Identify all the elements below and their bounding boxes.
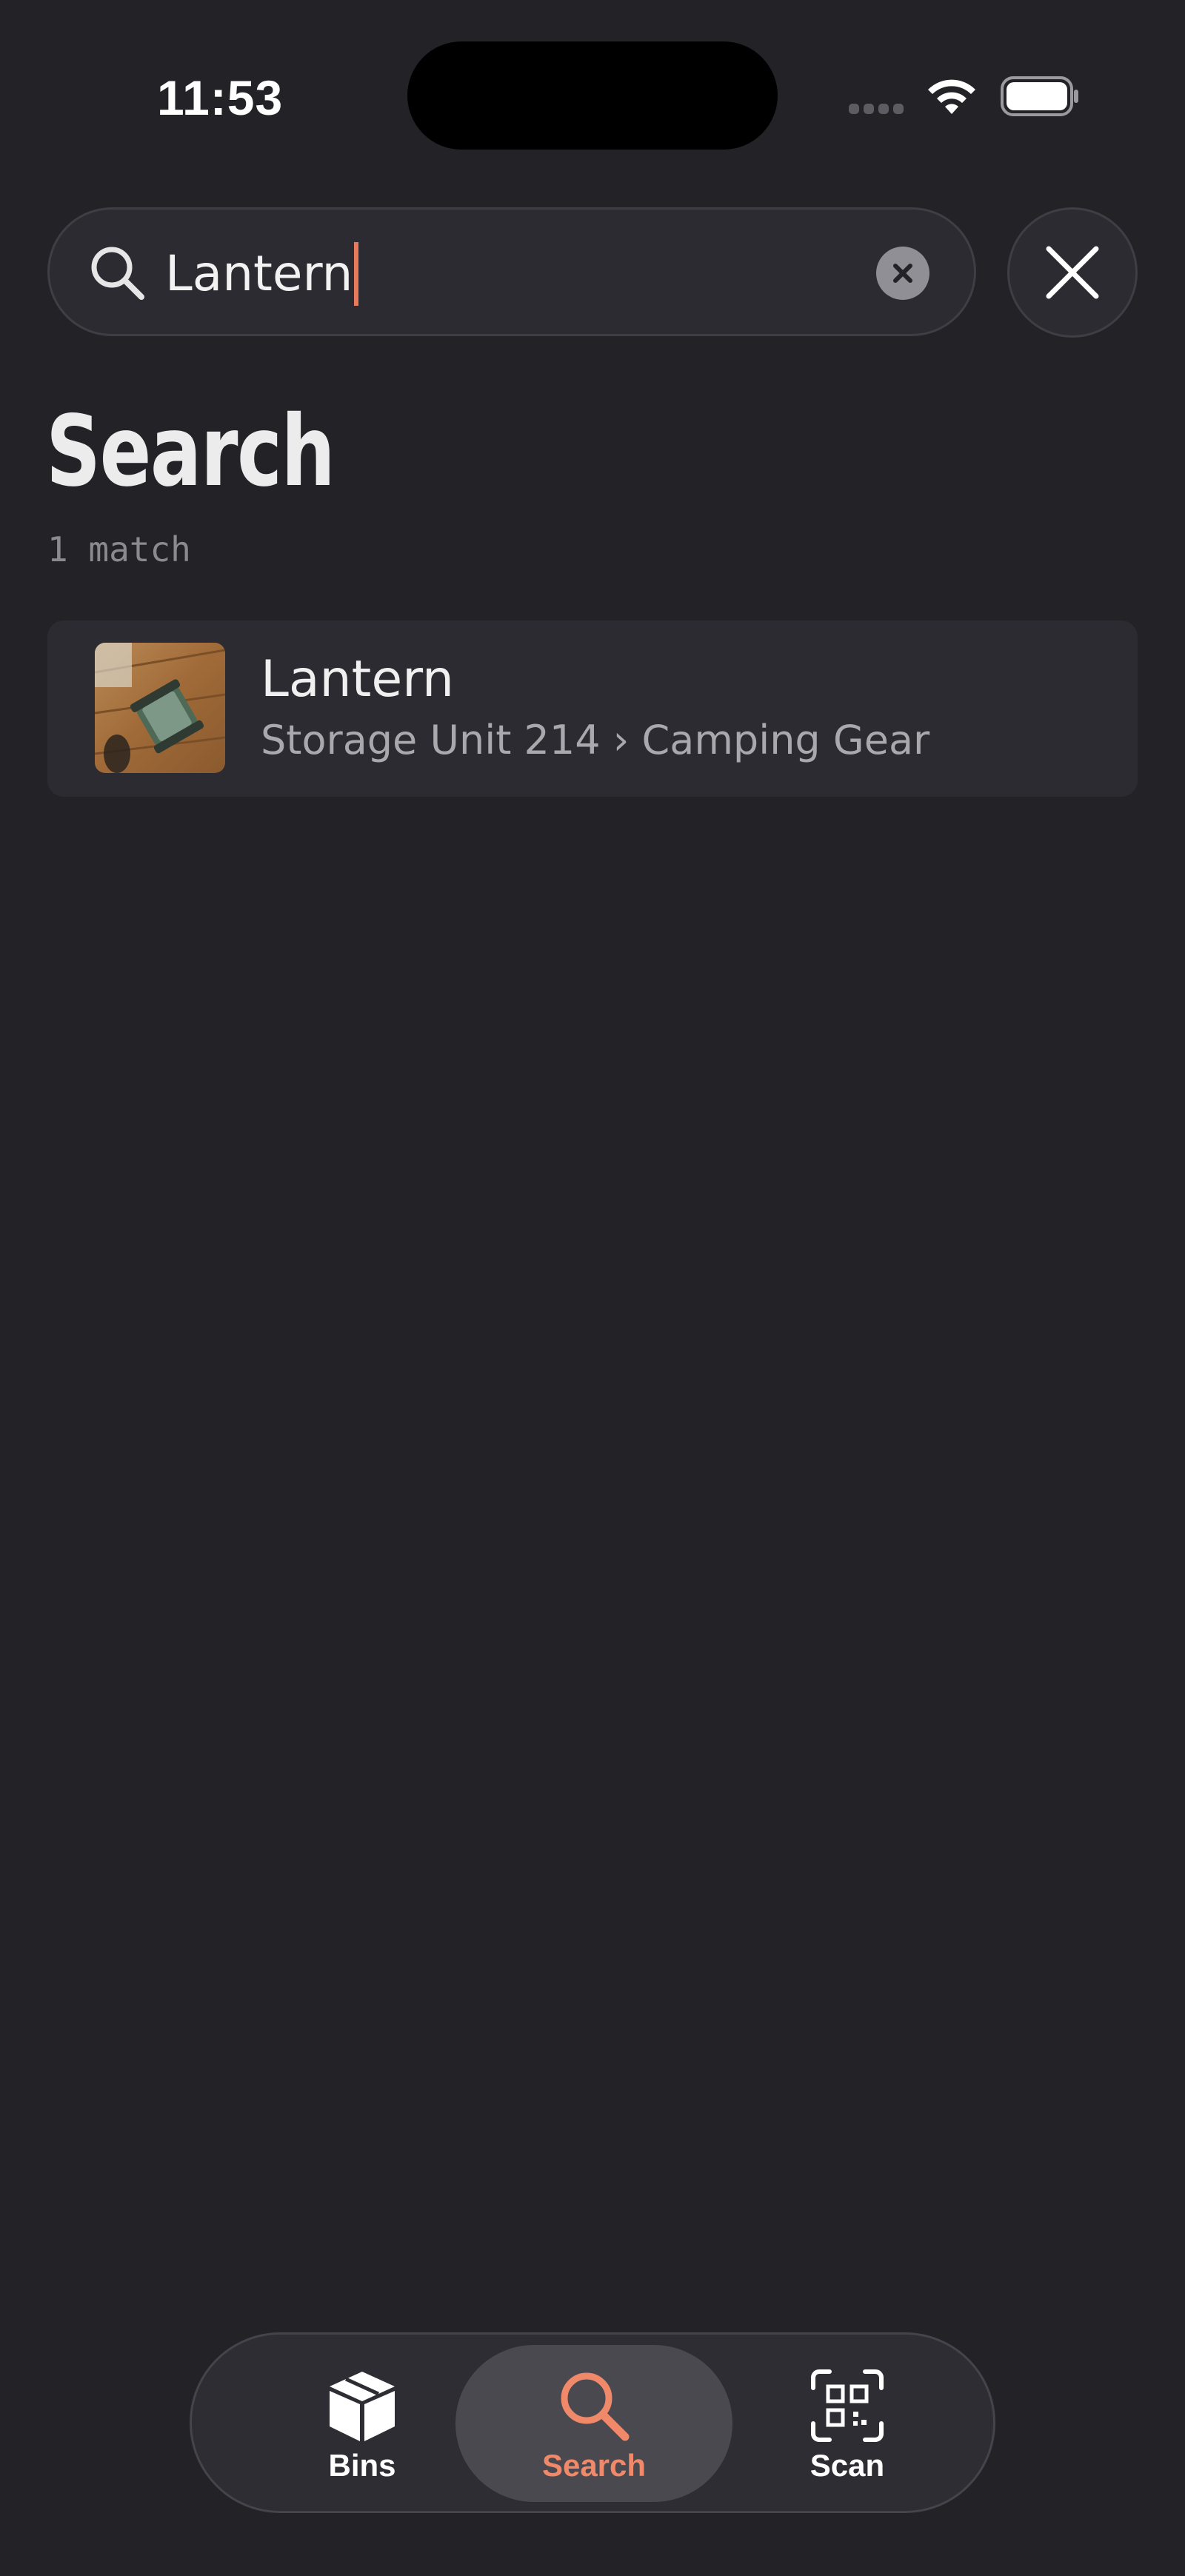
tab-label-scan: Scan	[810, 2448, 885, 2483]
tab-search[interactable]: Search	[455, 2345, 732, 2502]
dynamic-island	[407, 41, 778, 150]
battery-icon	[1001, 76, 1078, 116]
qr-scan-icon	[811, 2369, 884, 2442]
result-title: Lantern	[261, 650, 455, 709]
close-icon	[1046, 246, 1099, 299]
search-input[interactable]: Lantern	[165, 239, 359, 309]
search-field[interactable]: Lantern	[47, 207, 976, 336]
status-time: 11:53	[157, 70, 284, 125]
text-caret	[354, 242, 359, 306]
item-thumbnail	[95, 643, 225, 773]
cellular-signal-icon	[849, 104, 904, 114]
tab-label-bins: Bins	[328, 2448, 396, 2483]
search-screen: 11:53 Lantern Search 1 match Lantern Sto…	[0, 0, 1185, 2576]
tab-scan[interactable]: Scan	[762, 2345, 932, 2502]
search-icon	[91, 247, 144, 300]
clear-search-button[interactable]	[876, 247, 929, 300]
search-result-item[interactable]: Lantern Storage Unit 214 › Camping Gear	[47, 620, 1138, 797]
tab-bins[interactable]: Bins	[258, 2345, 466, 2502]
close-search-button[interactable]	[1007, 207, 1138, 338]
search-query-text: Lantern	[165, 245, 353, 302]
tab-label-search: Search	[541, 2448, 647, 2483]
match-count: 1 match	[47, 529, 191, 569]
result-location-path: Storage Unit 214 › Camping Gear	[261, 717, 930, 763]
wifi-icon	[928, 79, 975, 114]
box-icon	[330, 2372, 395, 2441]
page-title: Search	[46, 395, 336, 509]
x-circle-icon	[893, 264, 912, 283]
search-icon	[561, 2372, 630, 2441]
tab-bar: Bins Search Scan	[190, 2332, 995, 2513]
